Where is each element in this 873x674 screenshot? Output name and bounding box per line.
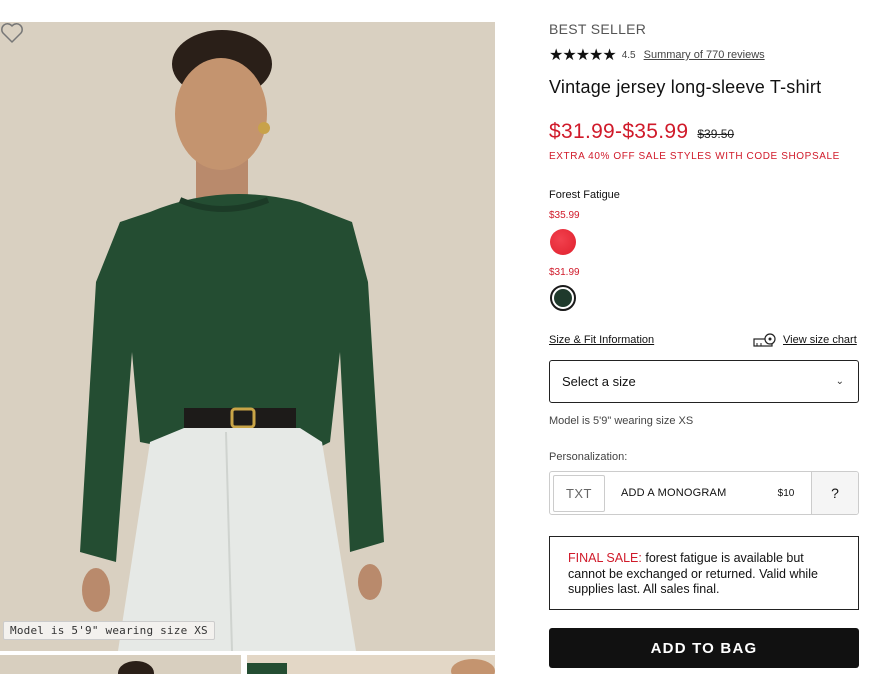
product-image[interactable] <box>0 22 495 651</box>
thumbnail-image <box>247 659 495 674</box>
add-monogram-button[interactable]: ADD A MONOGRAM <box>621 487 778 499</box>
monogram-help-button[interactable]: ? <box>810 472 858 514</box>
final-sale-prefix: FINAL SALE: <box>568 551 642 565</box>
monogram-tile: TXT <box>553 474 605 512</box>
product-title: Vintage jersey long-sleeve T-shirt <box>549 77 822 97</box>
size-chart-label: View size chart <box>783 334 857 346</box>
color-name: Forest Fatigue <box>549 189 620 201</box>
add-to-bag-button[interactable]: ADD TO BAG <box>549 628 859 668</box>
size-chart-link[interactable]: View size chart <box>753 333 857 347</box>
swatch-fill <box>554 289 572 307</box>
star-rating-icon: ★★★★★ <box>549 47 617 64</box>
swatch-price: $31.99 <box>549 267 580 278</box>
product-page: Model is 5'9" wearing size XS BEST SELLE… <box>0 0 873 674</box>
thumbnail-image <box>118 661 154 674</box>
final-sale-notice: FINAL SALE: forest fatigue is available … <box>549 536 859 610</box>
reviews-link[interactable]: Summary of 770 reviews <box>644 49 765 61</box>
thumbnail-2[interactable] <box>247 655 495 674</box>
model-caption: Model is 5'9" wearing size XS <box>3 621 215 640</box>
thumbnail-1[interactable] <box>0 655 241 674</box>
model-size-note: Model is 5'9" wearing size XS <box>549 415 694 427</box>
promo-text: EXTRA 40% OFF SALE STYLES WITH CODE SHOP… <box>549 151 840 162</box>
monogram-price: $10 <box>777 487 795 499</box>
rating-row: ★★★★★ 4.5 Summary of 770 reviews <box>549 45 765 65</box>
swatch-price: $35.99 <box>549 210 580 221</box>
rating-value: 4.5 <box>621 49 636 61</box>
best-seller-badge: BEST SELLER <box>549 21 647 37</box>
size-fit-link[interactable]: Size & Fit Information <box>549 334 654 346</box>
swatch-red[interactable] <box>550 229 576 255</box>
model-photo <box>0 22 495 651</box>
price-row: $31.99-$35.99 $39.50 <box>549 120 734 144</box>
chevron-down-icon: ⌄ <box>835 376 844 387</box>
personalization-label: Personalization: <box>549 451 628 463</box>
monogram-option: TXT ADD A MONOGRAM $10 ? <box>549 471 859 515</box>
size-select-label: Select a size <box>562 374 636 389</box>
size-select[interactable]: Select a size ⌄ <box>549 360 859 403</box>
sale-price: $31.99-$35.99 <box>549 120 689 143</box>
original-price: $39.50 <box>697 127 735 141</box>
heart-outline-icon[interactable] <box>0 22 24 44</box>
tape-measure-icon <box>753 333 776 347</box>
swatch-forest-fatigue[interactable] <box>550 285 576 311</box>
